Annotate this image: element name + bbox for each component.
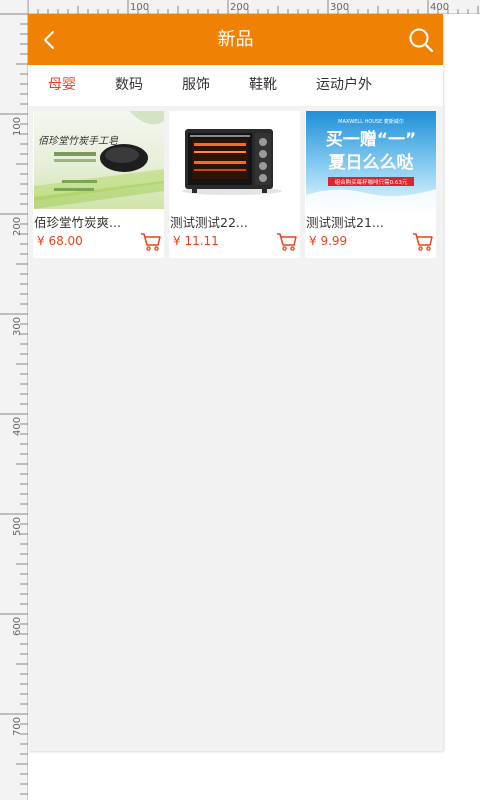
page-title: 新品 bbox=[217, 29, 254, 50]
cart-icon bbox=[141, 233, 161, 251]
ruler-label: 200 bbox=[12, 217, 23, 236]
product-card[interactable]: 佰珍堂竹炭手工皂 佰珍堂竹炭爽... ¥ 68.00 bbox=[33, 111, 164, 258]
header-bar: 新品 bbox=[28, 14, 443, 65]
tab-xiexue[interactable]: 鞋靴 bbox=[249, 65, 277, 106]
product-price: ¥ 11.11 bbox=[173, 234, 219, 248]
svg-text:组合购买每杯咖啡只需0.63元: 组合购买每杯咖啡只需0.63元 bbox=[335, 178, 408, 186]
app-screen: 新品 母婴 数码 服饰 鞋靴 运动户外 佰珍堂竹炭手工皂 佰珍堂竹炭爽... ¥… bbox=[28, 14, 443, 751]
ruler-label: 100 bbox=[12, 117, 23, 136]
ruler-label: 400 bbox=[12, 417, 23, 436]
add-to-cart-button[interactable] bbox=[276, 232, 298, 252]
product-image-oven bbox=[170, 111, 300, 209]
tab-fushi[interactable]: 服饰 bbox=[182, 65, 210, 106]
ruler-label: 300 bbox=[330, 2, 349, 13]
product-name: 测试测试22... bbox=[170, 215, 248, 230]
product-price: ¥ 9.99 bbox=[309, 234, 348, 248]
search-icon bbox=[409, 28, 434, 53]
svg-text:买一赠“一”: 买一赠“一” bbox=[326, 129, 416, 150]
ruler-vertical: 100 200 300 400 500 600 700 bbox=[0, 0, 28, 800]
tab-shuma[interactable]: 数码 bbox=[115, 65, 143, 106]
tab-muying[interactable]: 母婴 bbox=[48, 65, 76, 106]
ruler-label: 400 bbox=[430, 2, 449, 13]
product-card[interactable]: 测试测试22... ¥ 11.11 bbox=[169, 111, 300, 258]
back-button[interactable] bbox=[38, 28, 60, 52]
product-price: ¥ 68.00 bbox=[37, 234, 83, 248]
tab-yundong[interactable]: 运动户外 bbox=[316, 65, 372, 106]
ruler-label: 500 bbox=[12, 517, 23, 536]
product-grid: 佰珍堂竹炭手工皂 佰珍堂竹炭爽... ¥ 68.00 测试测试22... ¥ 1… bbox=[33, 111, 443, 261]
ruler-label: 200 bbox=[230, 2, 249, 13]
ruler-label: 600 bbox=[12, 617, 23, 636]
add-to-cart-button[interactable] bbox=[412, 232, 434, 252]
ruler-label: 700 bbox=[12, 717, 23, 736]
ruler-horizontal-ticks: 100 200 300 400 bbox=[7, 0, 479, 14]
ruler-label: 100 bbox=[130, 2, 149, 13]
add-to-cart-button[interactable] bbox=[140, 232, 162, 252]
svg-text:夏日么么哒: 夏日么么哒 bbox=[329, 152, 415, 173]
product-card[interactable]: MAXWELL HOUSE 麦斯威尔 买一赠“一” 夏日么么哒 组合购买每杯咖啡… bbox=[305, 111, 436, 258]
product-name: 佰珍堂竹炭爽... bbox=[34, 215, 121, 230]
cart-icon bbox=[277, 233, 297, 251]
ruler-vertical-ticks: 100 200 300 400 500 600 700 bbox=[0, 13, 28, 795]
svg-text:佰珍堂竹炭手工皂: 佰珍堂竹炭手工皂 bbox=[38, 135, 119, 147]
product-name: 测试测试21... bbox=[306, 215, 384, 230]
product-image-coffee-promo: MAXWELL HOUSE 麦斯威尔 买一赠“一” 夏日么么哒 组合购买每杯咖啡… bbox=[306, 111, 436, 209]
chevron-left-icon bbox=[44, 31, 54, 49]
product-image-soap: 佰珍堂竹炭手工皂 bbox=[34, 111, 164, 209]
category-tabs: 母婴 数码 服饰 鞋靴 运动户外 bbox=[28, 65, 443, 106]
search-button[interactable] bbox=[408, 27, 434, 53]
ruler-label: 300 bbox=[12, 317, 23, 336]
ruler-horizontal: 100 200 300 400 bbox=[0, 0, 480, 14]
cart-icon bbox=[413, 233, 433, 251]
svg-text:MAXWELL HOUSE 麦斯威尔: MAXWELL HOUSE 麦斯威尔 bbox=[338, 118, 404, 125]
